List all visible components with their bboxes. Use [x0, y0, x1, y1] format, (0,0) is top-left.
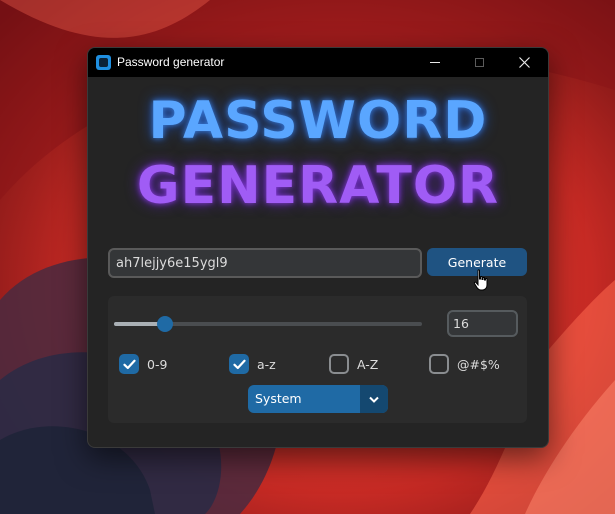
- dropdown-arrow-button[interactable]: [360, 385, 388, 413]
- option-symbols-checkbox[interactable]: @#$%: [429, 352, 500, 376]
- option-uppercase-checkbox[interactable]: A-Z: [329, 352, 378, 376]
- option-lowercase-checkbox[interactable]: a-z: [229, 352, 276, 376]
- logo-title-line2: GENERATOR: [136, 156, 500, 216]
- chevron-down-icon: [369, 396, 379, 403]
- option-digits-checkbox[interactable]: 0-9: [119, 352, 167, 376]
- close-button[interactable]: [502, 48, 547, 77]
- minimize-button[interactable]: [412, 48, 457, 77]
- appearance-mode-value: System: [255, 391, 302, 406]
- checkmark-icon: [122, 359, 136, 369]
- maximize-icon: [475, 58, 484, 67]
- close-icon: [519, 57, 530, 68]
- options-panel: 0-9 a-z A-Z @#$% System: [108, 296, 527, 423]
- maximize-button[interactable]: [457, 48, 502, 77]
- window-title: Password generator: [117, 55, 225, 69]
- minimize-icon: [429, 61, 440, 63]
- checkbox-box: [429, 354, 449, 374]
- checkbox-box: [229, 354, 249, 374]
- appearance-mode-dropdown[interactable]: System: [248, 385, 388, 413]
- hand-cursor-icon: [473, 269, 488, 291]
- length-input[interactable]: [447, 310, 518, 337]
- logo-title-line1: PASSWORD: [148, 91, 488, 151]
- length-slider-handle[interactable]: [157, 316, 174, 332]
- checkbox-box: [329, 354, 349, 374]
- app-icon: [96, 55, 111, 70]
- checkbox-label: a-z: [257, 356, 276, 372]
- checkbox-label: @#$%: [457, 356, 500, 372]
- checkmark-icon: [232, 359, 246, 369]
- checkbox-label: A-Z: [357, 356, 379, 372]
- app-window: Password generator PASSWORD GENERATOR Ge…: [87, 47, 549, 448]
- checkbox-label: 0-9: [147, 356, 168, 372]
- title-bar[interactable]: Password generator: [88, 48, 548, 77]
- checkbox-box: [119, 354, 139, 374]
- length-slider[interactable]: [114, 316, 422, 332]
- password-output-field[interactable]: [108, 248, 422, 278]
